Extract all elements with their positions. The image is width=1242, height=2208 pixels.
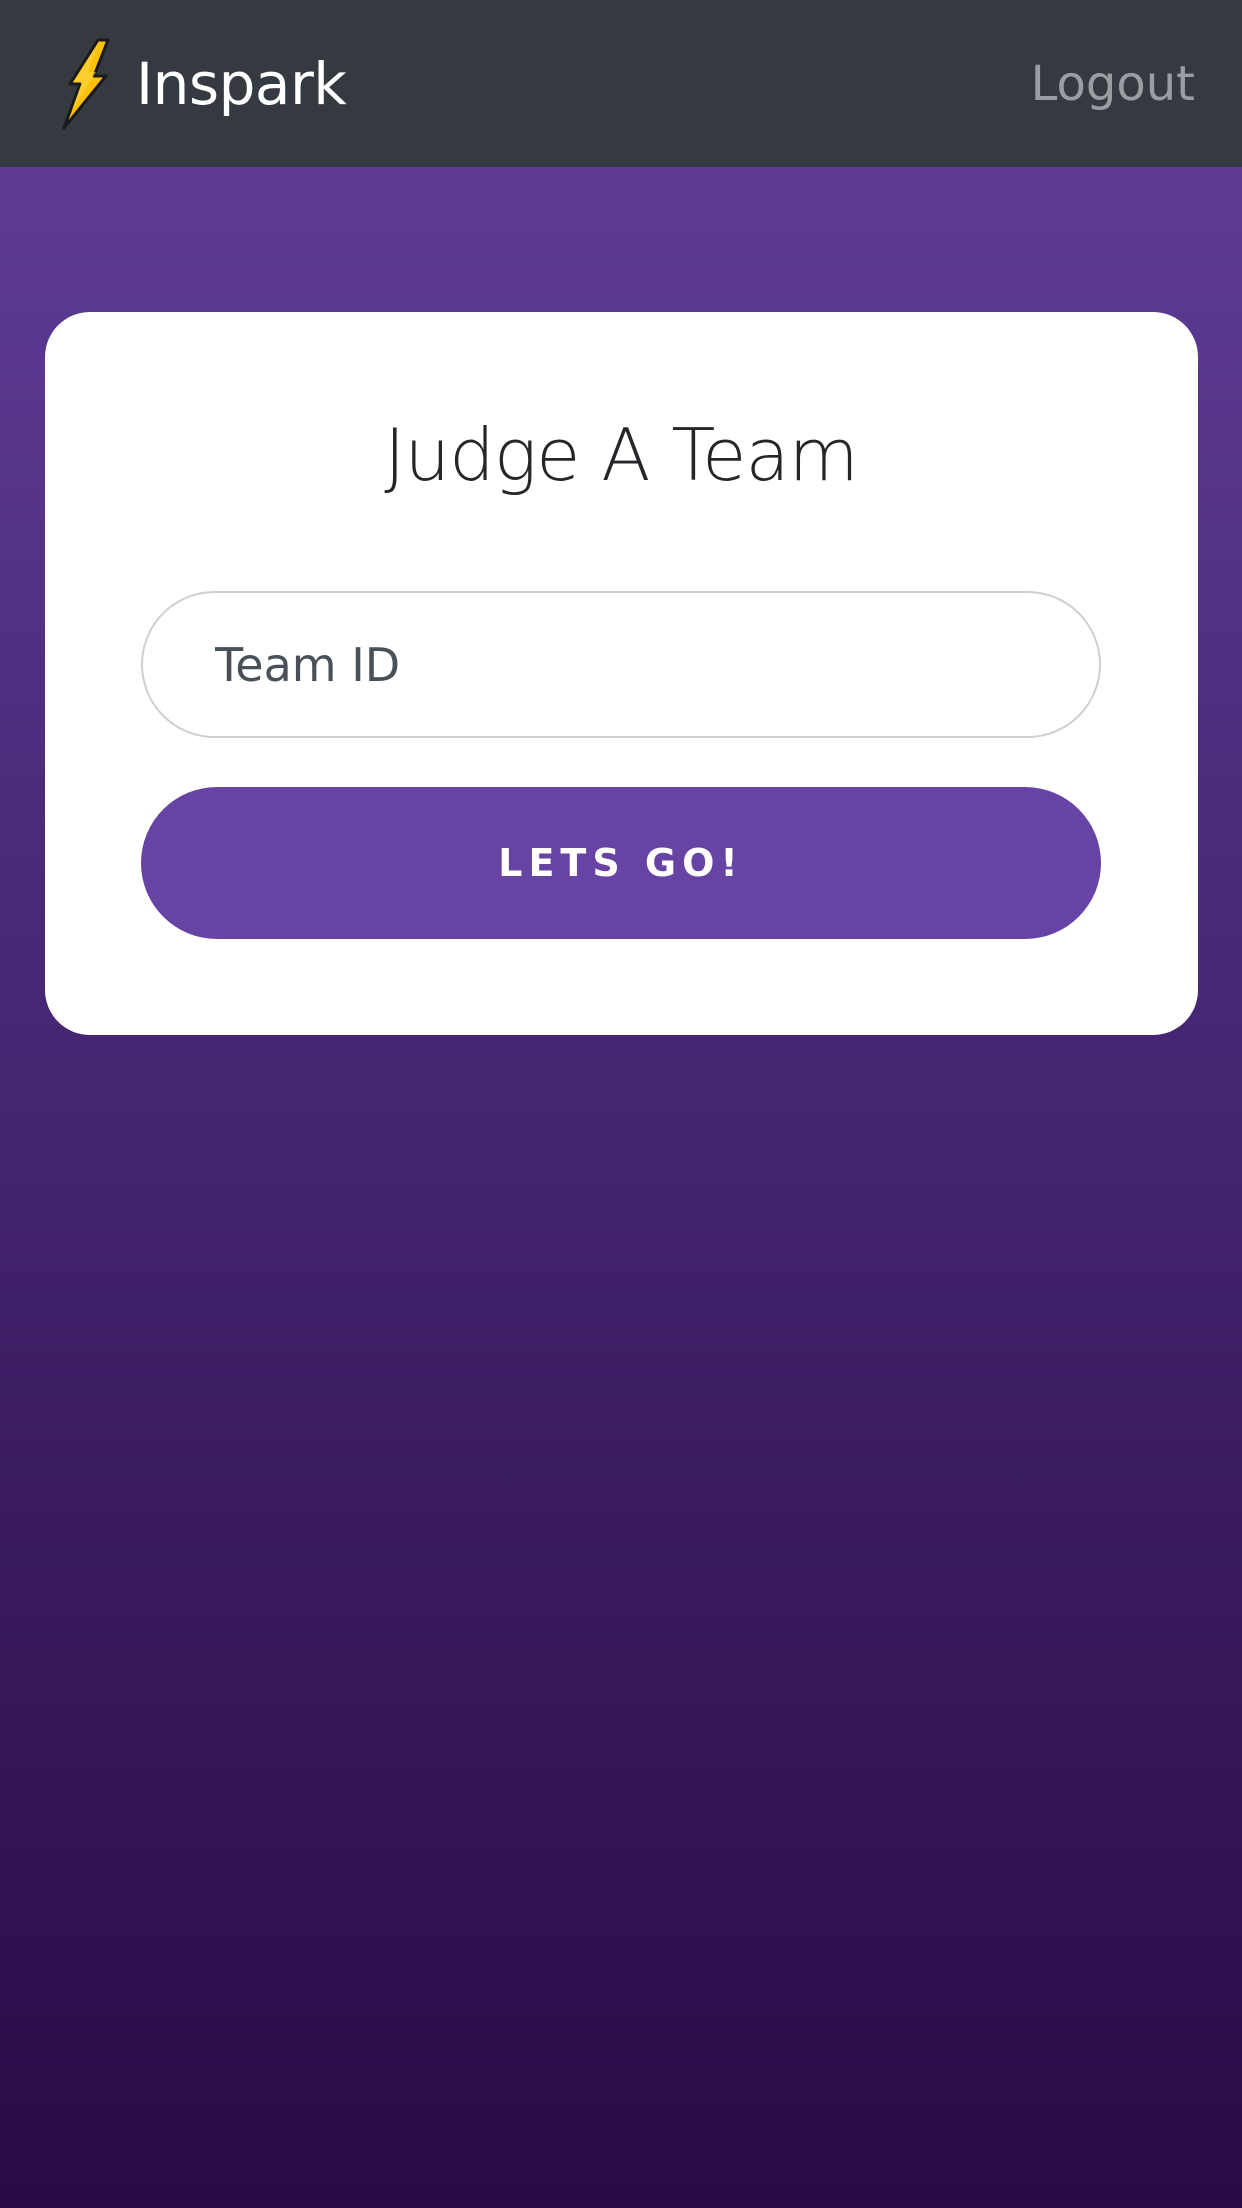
brand-link[interactable]: Inspark [58, 0, 347, 167]
team-id-input[interactable] [141, 591, 1101, 738]
lets-go-button[interactable]: LETS GO! [141, 787, 1101, 939]
lightning-bolt-icon [62, 38, 110, 129]
logout-link[interactable]: Logout [1031, 0, 1195, 167]
top-navbar: Inspark Logout [0, 0, 1242, 167]
brand-name: Inspark [136, 49, 347, 118]
page-title: Judge A Team [384, 413, 858, 497]
